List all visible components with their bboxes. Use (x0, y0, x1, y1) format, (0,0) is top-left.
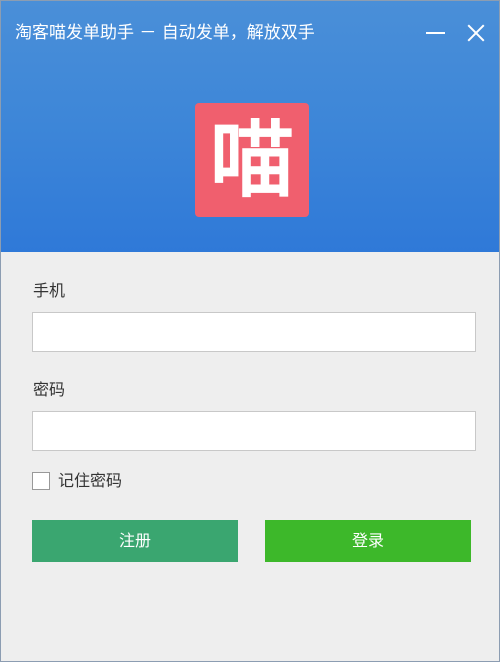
phone-input[interactable] (32, 312, 476, 352)
register-button[interactable]: 注册 (32, 520, 238, 562)
login-button[interactable]: 登录 (265, 520, 471, 562)
password-label: 密码 (33, 380, 66, 399)
password-input[interactable] (32, 411, 476, 451)
remember-password-label: 记住密码 (58, 471, 123, 490)
app-logo: 喵 (195, 103, 309, 217)
window-title: 淘客喵发单助手 － 自动发单，解放双手 (15, 23, 315, 43)
phone-label: 手机 (33, 281, 66, 300)
remember-password-checkbox[interactable] (32, 472, 50, 490)
header-banner: 淘客喵发单助手 － 自动发单，解放双手 喵 (1, 1, 499, 252)
minimize-icon[interactable] (422, 17, 452, 47)
login-window: 淘客喵发单助手 － 自动发单，解放双手 喵 手机 密码 记住密码 注册 登录 (0, 0, 500, 662)
close-icon[interactable] (461, 17, 491, 47)
